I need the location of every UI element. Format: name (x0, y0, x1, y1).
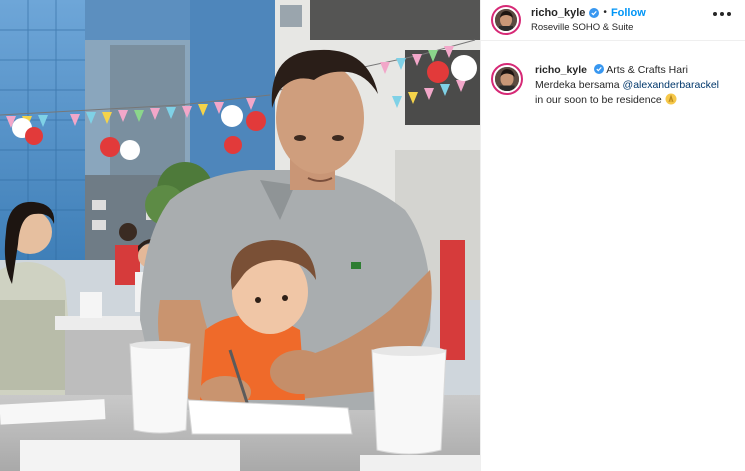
avatar-image (495, 67, 519, 91)
verified-badge-icon (589, 7, 600, 18)
post-image (0, 0, 480, 471)
caption-mention-link[interactable]: @alexanderbarackel (623, 79, 719, 91)
avatar-image (495, 9, 517, 31)
separator-dot: • (603, 6, 607, 18)
caption-username[interactable]: richo_kyle (535, 64, 587, 76)
author-avatar[interactable] (491, 5, 521, 35)
verified-badge-icon (593, 64, 604, 74)
caption-text-after: in our soon to be residence (535, 94, 662, 106)
caption-text: richo_kyle Arts & Crafts Hari Merdeka be… (535, 63, 725, 108)
folded-hands-emoji-icon (665, 93, 677, 105)
post-sidebar: richo_kyle • Follow Roseville SOHO & Sui… (480, 0, 745, 471)
follow-button[interactable]: Follow (611, 6, 646, 20)
post-photo[interactable] (0, 0, 480, 471)
author-username[interactable]: richo_kyle (531, 6, 585, 20)
caption-section: richo_kyle Arts & Crafts Hari Merdeka be… (481, 41, 745, 108)
location-link[interactable]: Roseville SOHO & Suite (531, 21, 646, 35)
more-options-icon[interactable] (713, 12, 731, 16)
caption-avatar[interactable] (491, 63, 523, 95)
post-header: richo_kyle • Follow Roseville SOHO & Sui… (481, 0, 745, 41)
